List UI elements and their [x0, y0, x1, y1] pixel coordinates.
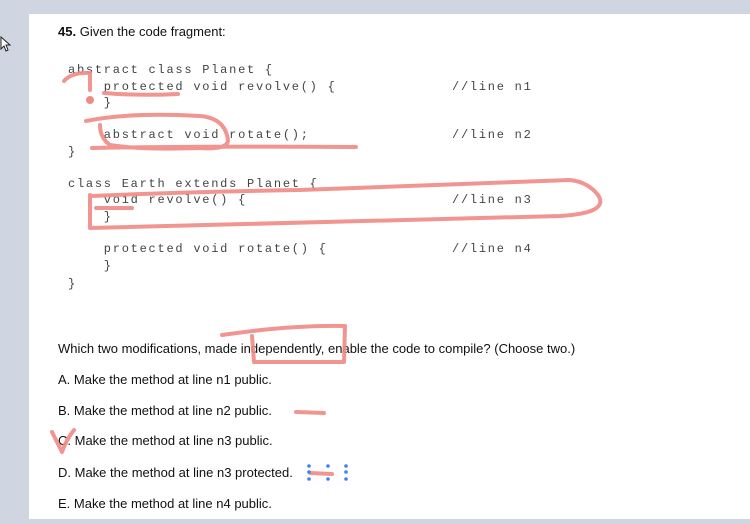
code-line: protected void rotate() { — [68, 242, 328, 256]
code-comment: //line n1 — [452, 80, 533, 94]
code-comment: //line n2 — [452, 128, 533, 142]
code-line: } — [68, 277, 77, 291]
question-title-text: Given the code fragment: — [79, 24, 226, 39]
option-e[interactable]: E. Make the method at line n4 public. — [58, 496, 272, 512]
code-line: protected void revolve() { — [68, 80, 337, 94]
code-line: abstract void rotate(); — [68, 128, 310, 142]
code-line: } — [68, 145, 77, 159]
code-comment: //line n4 — [452, 242, 533, 256]
option-d[interactable]: D. Make the method at line n3 protected. — [58, 465, 293, 481]
code-comment: //line n3 — [452, 193, 533, 207]
option-c[interactable]: C. Make the method at line n3 public. — [58, 433, 273, 449]
option-a[interactable]: A. Make the method at line n1 public. — [58, 372, 272, 388]
code-line: } — [68, 210, 113, 224]
question-prompt: Which two modifications, made independen… — [58, 341, 576, 356]
question-title: 45. Given the code fragment: — [58, 24, 226, 39]
mouse-pointer-icon — [0, 36, 12, 52]
question-number: 45. — [58, 24, 77, 39]
code-line: class Earth extends Planet { — [68, 177, 319, 191]
code-line: } — [68, 259, 113, 273]
code-line: abstract class Planet { — [68, 63, 274, 77]
option-b[interactable]: B. Make the method at line n2 public. — [58, 403, 272, 419]
code-line: } — [68, 96, 113, 110]
code-line: void revolve() { — [68, 193, 248, 207]
